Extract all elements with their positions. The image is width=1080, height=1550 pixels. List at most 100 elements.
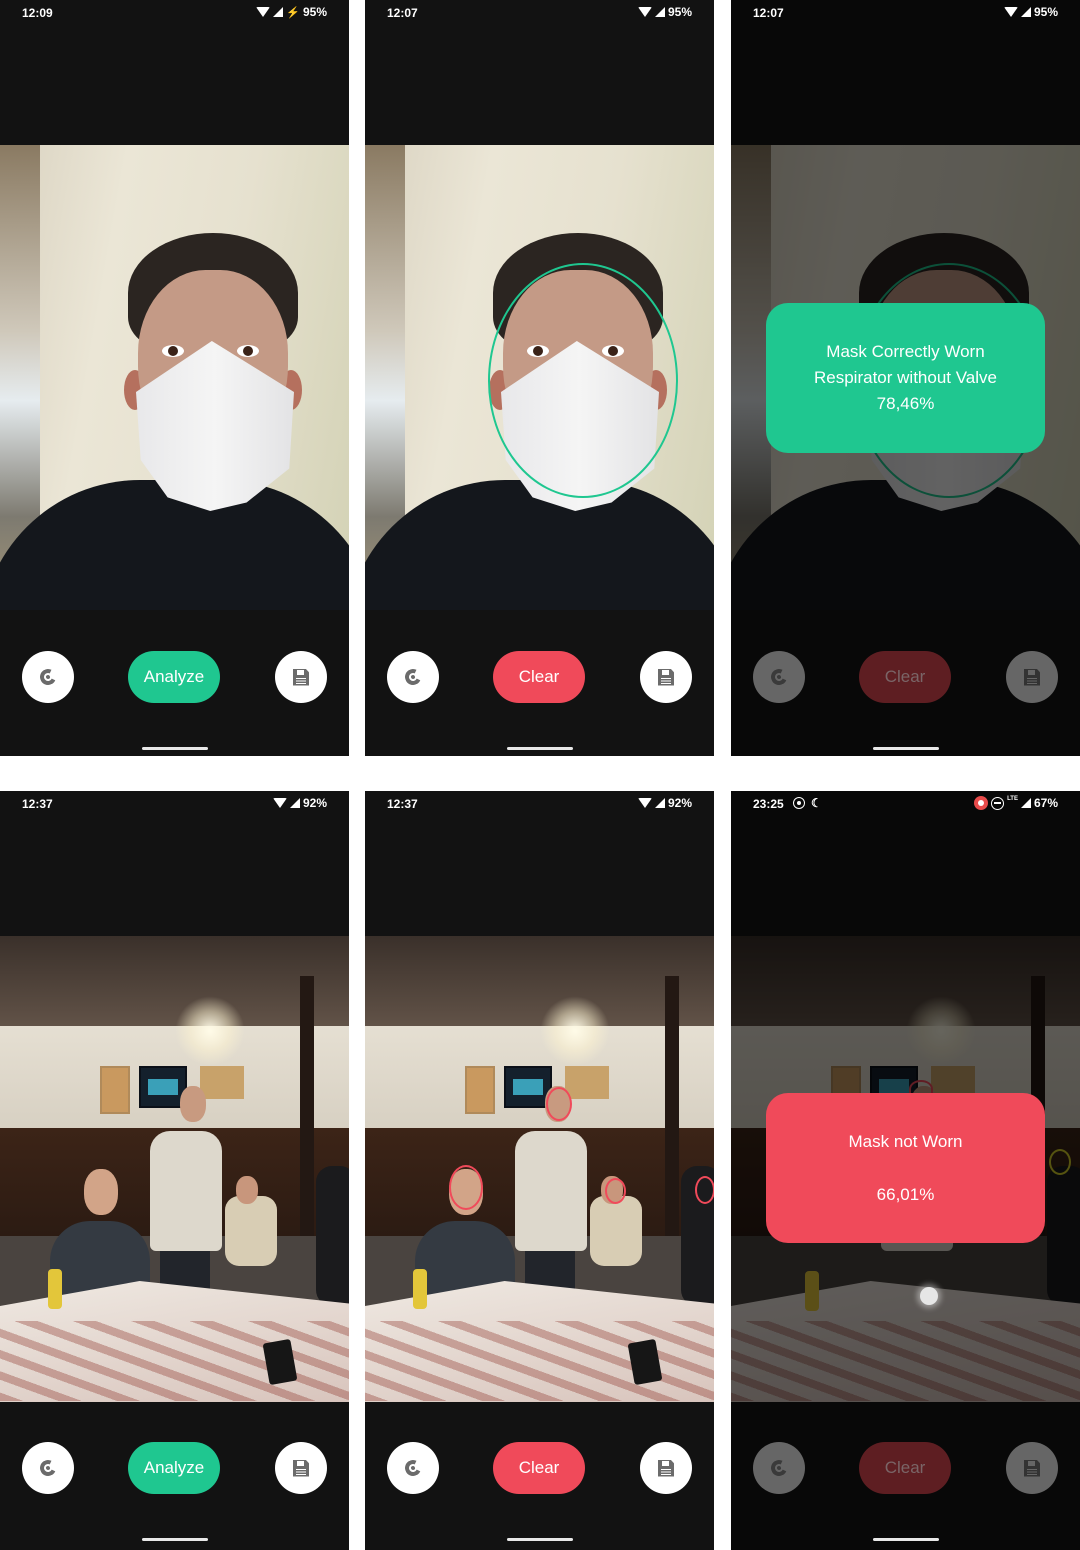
bedtime-icon: ☾ — [811, 796, 822, 810]
analyze-button[interactable]: Analyze — [128, 1442, 220, 1494]
reload-button — [753, 651, 805, 703]
clear-button[interactable]: Clear — [493, 1442, 585, 1494]
save-icon — [1024, 1459, 1040, 1477]
person-body — [150, 1131, 222, 1251]
result-card[interactable]: Mask not Worn 66,01% — [766, 1093, 1045, 1243]
gesture-home-bar[interactable] — [873, 1538, 939, 1541]
bottle — [48, 1269, 62, 1309]
reload-icon — [768, 1457, 790, 1479]
result-status: Mask not Worn — [848, 1131, 963, 1151]
bottle — [413, 1269, 427, 1309]
save-icon — [1024, 668, 1040, 686]
network-type: LTE — [1007, 796, 1018, 802]
person-eye — [237, 345, 259, 357]
save-button — [1006, 1442, 1058, 1494]
person-body — [225, 1196, 277, 1266]
touch-indicator — [920, 1287, 938, 1305]
person-eye — [162, 345, 184, 357]
save-button[interactable] — [640, 651, 692, 703]
face-detection-ring[interactable] — [546, 1087, 572, 1121]
captured-photo: Mask not Worn 66,01% — [731, 936, 1080, 1402]
status-time: 23:25 — [753, 797, 784, 811]
battery-percent: 67% — [1033, 796, 1058, 810]
wall-poster — [200, 1066, 244, 1099]
wifi-icon — [256, 7, 271, 17]
status-bar: 12:37 92% — [365, 791, 714, 817]
clear-button: Clear — [859, 651, 951, 703]
status-time: 12:37 — [387, 797, 418, 811]
reload-button[interactable] — [387, 1442, 439, 1494]
wood-beam — [300, 976, 314, 1246]
save-button[interactable] — [275, 1442, 327, 1494]
battery-percent: 92% — [667, 796, 692, 810]
reload-icon — [402, 666, 424, 688]
status-time: 12:07 — [387, 6, 418, 20]
result-status: Mask Correctly Worn — [826, 342, 985, 361]
ceiling-light — [540, 996, 610, 1066]
status-time: 12:09 — [22, 6, 53, 20]
result-confidence: 78,46% — [876, 394, 935, 413]
captured-photo — [0, 145, 349, 610]
clear-button: Clear — [859, 1442, 951, 1494]
reload-icon — [402, 1457, 424, 1479]
save-icon — [293, 668, 309, 686]
captured-photo — [365, 145, 714, 610]
clear-button[interactable]: Clear — [493, 651, 585, 703]
signal-icon — [654, 798, 665, 808]
recording-indicator-icon — [974, 796, 989, 810]
result-card[interactable]: Mask Correctly Worn Respirator without V… — [766, 303, 1045, 453]
person-body — [590, 1196, 642, 1266]
captured-photo: Mask Correctly Worn Respirator without V… — [731, 145, 1080, 610]
reload-icon — [37, 666, 59, 688]
battery-percent: 95% — [302, 5, 327, 19]
battery-percent: 92% — [302, 796, 327, 810]
signal-icon — [289, 798, 300, 808]
charging-bolt-icon: ⚡ — [286, 6, 300, 19]
wifi-icon — [272, 798, 287, 808]
wall-poster — [100, 1066, 130, 1114]
reload-icon — [768, 666, 790, 688]
save-button[interactable] — [640, 1442, 692, 1494]
result-mask-type: Respirator without Valve — [814, 368, 997, 387]
gesture-home-bar[interactable] — [507, 747, 573, 750]
person-face — [180, 1086, 206, 1122]
analyze-button[interactable]: Analyze — [128, 651, 220, 703]
status-bar: 23:25 ☾ LTE 67% — [731, 791, 1080, 817]
screen-record-icon — [793, 797, 805, 809]
signal-icon — [1020, 7, 1031, 17]
wall-poster — [465, 1066, 495, 1114]
battery-percent: 95% — [667, 5, 692, 19]
signal-icon — [273, 7, 284, 17]
status-time: 12:07 — [753, 6, 784, 20]
status-bar: 12:07 95% — [731, 0, 1080, 26]
reload-button — [753, 1442, 805, 1494]
status-bar: 12:07 95% — [365, 0, 714, 26]
wood-beam — [665, 976, 679, 1246]
wall-poster — [565, 1066, 609, 1099]
face-detection-ring[interactable] — [695, 1176, 714, 1204]
person-body — [316, 1166, 349, 1306]
gesture-home-bar[interactable] — [142, 747, 208, 750]
signal-icon — [1020, 798, 1031, 808]
face-detection-ring[interactable] — [488, 263, 678, 498]
wifi-icon — [1003, 7, 1018, 17]
gesture-home-bar[interactable] — [142, 1538, 208, 1541]
reload-button[interactable] — [22, 651, 74, 703]
reload-button[interactable] — [387, 651, 439, 703]
captured-photo — [365, 936, 714, 1402]
status-bar: 12:09 ⚡ 95% — [0, 0, 349, 26]
person-body — [515, 1131, 587, 1251]
phone-screen-group-detected: 12:37 92% Clear — [365, 791, 714, 1550]
reload-button[interactable] — [22, 1442, 74, 1494]
face-detection-ring[interactable] — [605, 1178, 626, 1204]
save-icon — [658, 668, 674, 686]
face-detection-ring[interactable] — [449, 1165, 483, 1210]
result-confidence: 66,01% — [876, 1184, 935, 1204]
status-time: 12:37 — [22, 797, 53, 811]
phone-screen-selfie-detected: 12:07 95% Clear — [365, 0, 714, 756]
wifi-icon — [637, 7, 652, 17]
gesture-home-bar[interactable] — [873, 747, 939, 750]
gesture-home-bar[interactable] — [507, 1538, 573, 1541]
save-button[interactable] — [275, 651, 327, 703]
phone-screen-group-initial: 12:37 92% Analyze — [0, 791, 349, 1550]
